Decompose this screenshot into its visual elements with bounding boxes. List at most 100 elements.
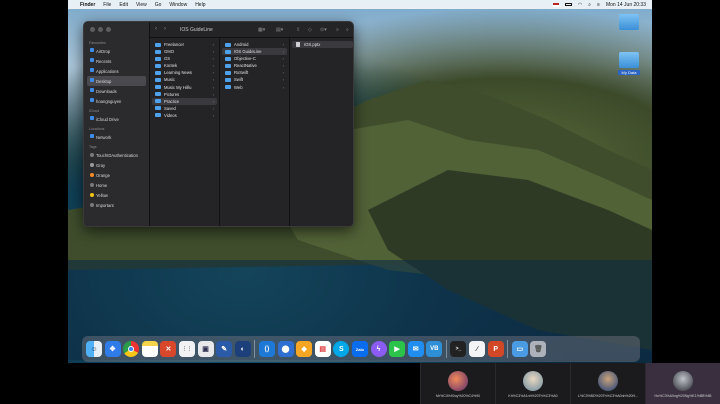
view-columns-icon[interactable]: ▦▾: [258, 27, 265, 33]
sidebar-item-icloud-drive[interactable]: iCloud Drive: [84, 114, 149, 124]
wifi-icon[interactable]: ◠: [578, 2, 582, 8]
list-item[interactable]: GS ›: [152, 55, 217, 62]
list-item[interactable]: Videos ›: [152, 112, 217, 119]
applications-icon: [90, 68, 94, 72]
participant-tile[interactable]: Mr%C4%90oy%20%C4%90: [420, 363, 495, 404]
sidebar-tag[interactable]: Home: [84, 180, 149, 190]
item-label: Kontek: [164, 63, 178, 69]
avatar: [673, 371, 693, 391]
sidebar-item-downloads[interactable]: Downloads: [84, 86, 149, 96]
powerpoint-icon[interactable]: P: [487, 341, 504, 357]
list-item[interactable]: RxSwift ›: [222, 69, 287, 76]
action-icon[interactable]: ⊙▾: [320, 27, 327, 33]
trash-icon[interactable]: 🗑: [530, 341, 547, 357]
notes-icon[interactable]: [141, 341, 158, 357]
menu-window[interactable]: Window: [169, 2, 187, 8]
forward-icon[interactable]: ›: [164, 26, 166, 32]
terminal-blue-icon[interactable]: ◐: [234, 341, 251, 357]
battery-icon[interactable]: [564, 2, 572, 7]
search-icon[interactable]: ⌕: [588, 2, 591, 8]
list-item[interactable]: ReactNative ›: [222, 62, 287, 69]
chevron-right-icon: ›: [212, 49, 214, 55]
clock[interactable]: Mon 14 Jun 20:33: [606, 2, 646, 8]
minimize-button[interactable]: [98, 27, 103, 32]
pen-icon[interactable]: ∕: [469, 341, 486, 357]
skype-icon[interactable]: S: [333, 341, 350, 357]
desktop-folder-1[interactable]: [618, 14, 640, 30]
share-icon[interactable]: ⇪: [296, 27, 300, 33]
participant-tile[interactable]: Ho%C3%A0ng%20Ng%E1%BB%85: [645, 363, 720, 404]
folder-icon: [619, 52, 639, 68]
reminders-icon[interactable]: ⋮⋮: [178, 341, 195, 357]
editor-icon[interactable]: ✎: [216, 341, 233, 357]
finder-icon[interactable]: ☺: [86, 341, 102, 357]
menu-edit[interactable]: Edit: [119, 2, 128, 8]
zalo-icon[interactable]: Zalo: [351, 341, 368, 357]
list-item[interactable]: Music My Hiếu ›: [152, 84, 217, 91]
sidebar-item-home[interactable]: hoangnguyen: [84, 96, 149, 106]
close-button[interactable]: [90, 27, 95, 32]
sidebar-item-network[interactable]: Network: [84, 132, 149, 142]
safari-icon[interactable]: ✥: [104, 341, 121, 357]
list-item-selected[interactable]: IOS GuideLine ›: [222, 48, 287, 56]
list-item[interactable]: Music ›: [152, 76, 217, 83]
table-icon[interactable]: ▤: [314, 341, 331, 357]
list-item[interactable]: Swift ›: [222, 76, 287, 83]
preview-icon[interactable]: ▣: [197, 341, 214, 357]
facetime-icon[interactable]: ▶: [389, 341, 406, 357]
tag-icon[interactable]: ◇: [308, 27, 312, 33]
tag-label: Important: [96, 202, 114, 208]
zoom-button[interactable]: [106, 27, 111, 32]
menu-go[interactable]: Go: [155, 2, 162, 8]
menu-view[interactable]: View: [136, 2, 147, 8]
mail-icon[interactable]: ✉: [407, 341, 424, 357]
menu-file[interactable]: File: [103, 2, 111, 8]
terminal-icon[interactable]: >_: [450, 341, 467, 357]
sidebar-item-recents[interactable]: Recents: [84, 56, 149, 66]
sidebar-item-desktop[interactable]: Desktop: [87, 76, 146, 86]
search-icon[interactable]: ⌕: [346, 27, 349, 33]
menu-help[interactable]: Help: [195, 2, 205, 8]
chrome-icon[interactable]: [123, 341, 140, 357]
folder-icon: [225, 85, 231, 90]
list-item-selected[interactable]: Practice ›: [152, 97, 217, 105]
sidebar-tag[interactable]: Important: [84, 200, 149, 210]
desktop-folder-my-data[interactable]: My Data: [618, 52, 640, 75]
participant-name: L%C3%BD%20Th%C3%A0nh%20H...: [578, 394, 638, 398]
vb-icon[interactable]: VB: [426, 341, 443, 357]
more-icon[interactable]: »: [336, 27, 339, 33]
sidebar-tag[interactable]: Gray: [84, 160, 149, 170]
download-icon: [90, 88, 94, 92]
list-item[interactable]: GMO ›: [152, 48, 217, 55]
file-item[interactable]: IOS.pptx: [292, 41, 353, 49]
group-icon[interactable]: ▤▾: [276, 27, 283, 33]
flag-icon[interactable]: [552, 2, 559, 7]
tag-dot-icon: [90, 163, 94, 167]
vscode-icon[interactable]: ⟨⟩: [258, 341, 275, 357]
back-icon[interactable]: ‹: [155, 26, 157, 32]
participant-tile[interactable]: Kh%C3%A1nh%20Th%C3%A0: [495, 363, 570, 404]
folder-dock-icon[interactable]: ▭: [511, 341, 528, 357]
sidebar-tag[interactable]: Orange: [84, 170, 149, 180]
list-item[interactable]: Web ›: [222, 84, 287, 91]
menu-app-name[interactable]: Finder: [80, 2, 95, 8]
participant-tile[interactable]: L%C3%BD%20Th%C3%A0nh%20H...: [570, 363, 645, 404]
list-item[interactable]: Pictures ›: [152, 91, 217, 98]
maps-icon[interactable]: ⬤: [277, 341, 294, 357]
list-item[interactable]: Freelancer ›: [152, 41, 217, 48]
tool-icon[interactable]: ✕: [160, 341, 177, 357]
list-item[interactable]: Kontek ›: [152, 62, 217, 69]
list-item[interactable]: Objective-C ›: [222, 55, 287, 62]
list-item[interactable]: Learning News ›: [152, 69, 217, 76]
avatar: [448, 371, 468, 391]
sidebar-item-airdrop[interactable]: AirDrop: [84, 46, 149, 56]
control-center-icon[interactable]: ≡: [597, 2, 600, 8]
messenger-icon[interactable]: ϟ: [370, 341, 387, 357]
list-item[interactable]: Saved ›: [152, 105, 217, 112]
sketch-icon[interactable]: ◆: [296, 341, 313, 357]
item-label: Web: [234, 84, 243, 90]
sidebar-item-applications[interactable]: Applications: [84, 66, 149, 76]
list-item[interactable]: Android ›: [222, 41, 287, 48]
sidebar-tag[interactable]: TouchIDAuthentication: [84, 150, 149, 160]
sidebar-tag[interactable]: Yellow: [84, 190, 149, 200]
